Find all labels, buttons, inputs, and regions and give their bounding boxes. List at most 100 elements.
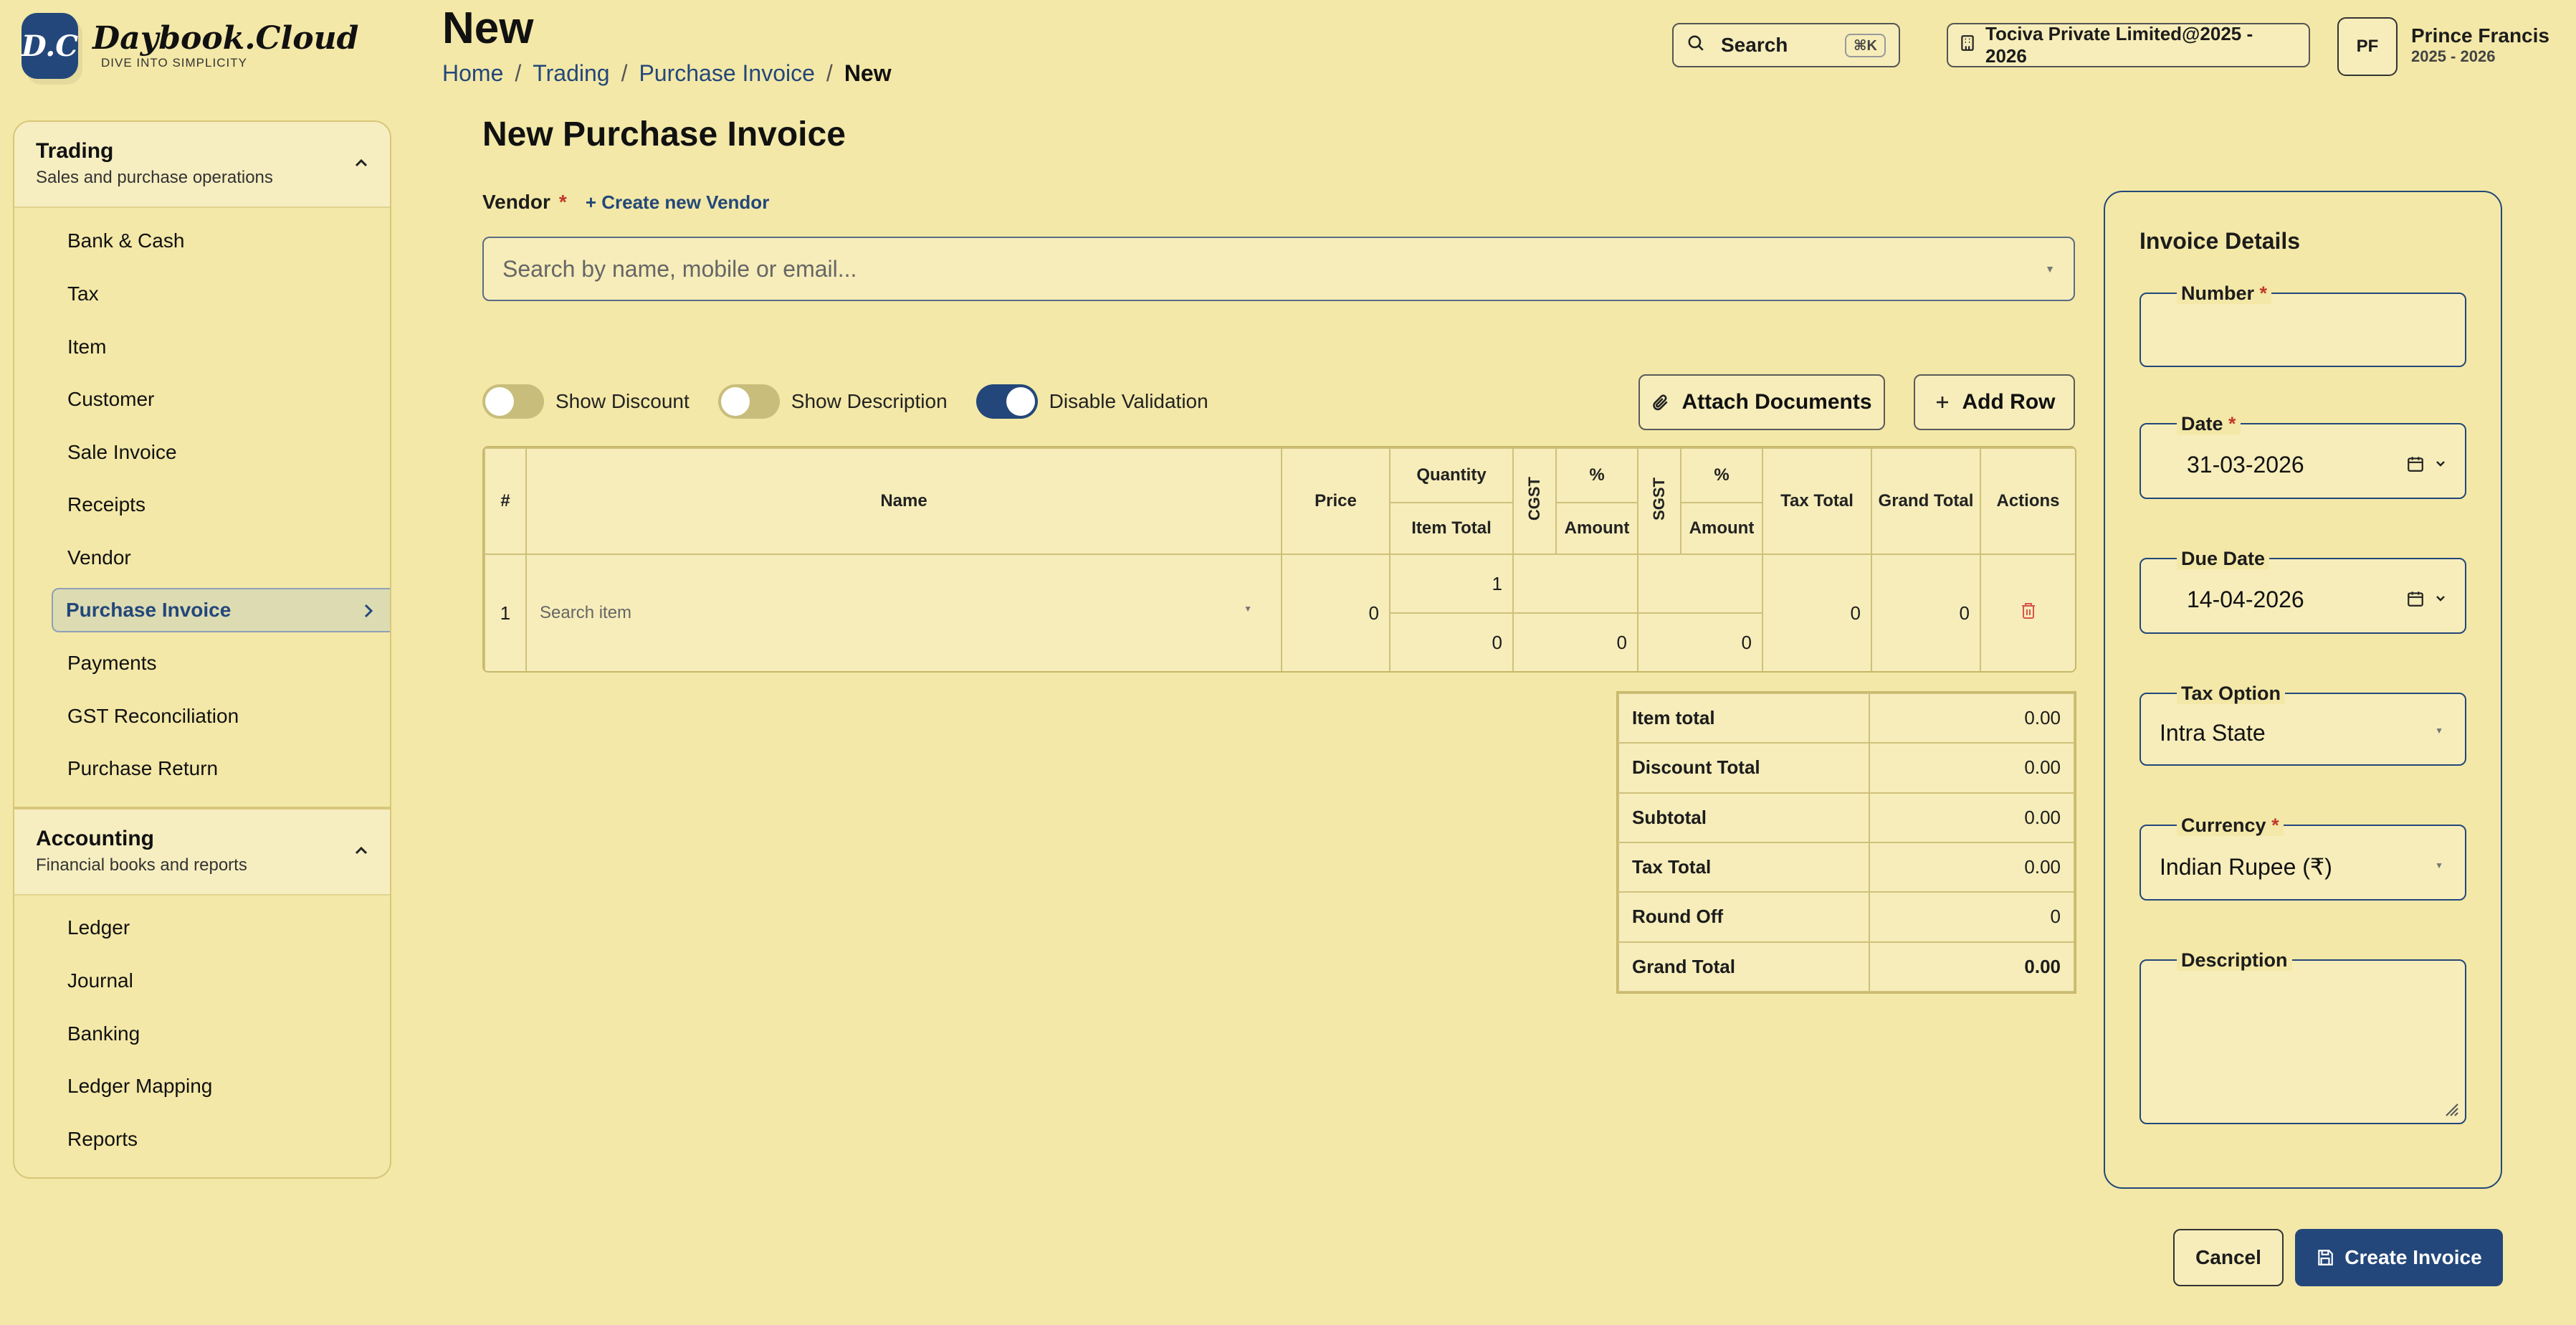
create-invoice-button[interactable]: Create Invoice <box>2295 1229 2503 1286</box>
sidebar-item-journal[interactable]: Journal <box>67 969 133 992</box>
show-description-toggle[interactable]: Show Description <box>717 384 948 419</box>
cancel-button[interactable]: Cancel <box>2173 1229 2284 1286</box>
currency-select[interactable]: Currency * Indian Rupee (₹) ▼ <box>2139 815 2466 901</box>
show-discount-toggle[interactable]: Show Discount <box>482 384 690 419</box>
toggle-switch[interactable] <box>482 384 544 419</box>
totals-row-round-off: Round Off 0 <box>1618 891 2075 943</box>
sidebar-group-trading[interactable]: Trading Sales and purchase operations <box>14 122 390 208</box>
search-label: Search <box>1721 34 1788 56</box>
global-search-button[interactable]: Search ⌘K <box>1672 23 1900 67</box>
vendor-label: Vendor <box>482 191 550 213</box>
sidebar-item-ledger-mapping[interactable]: Ledger Mapping <box>67 1075 212 1098</box>
sidebar-item-purchase-return[interactable]: Purchase Return <box>67 757 218 780</box>
sidebar-item-receipts[interactable]: Receipts <box>67 493 146 516</box>
description-textarea[interactable]: Description <box>2139 949 2466 1124</box>
field-label: Number <box>2181 282 2255 304</box>
breadcrumb-trading[interactable]: Trading <box>533 60 609 87</box>
breadcrumb-separator: / <box>621 60 628 86</box>
disable-validation-toggle[interactable]: Disable Validation <box>975 384 1208 419</box>
building-icon <box>1960 34 1975 57</box>
sidebar-item-payments[interactable]: Payments <box>67 652 157 675</box>
create-vendor-link[interactable]: + Create new Vendor <box>586 191 769 214</box>
required-mark: * <box>2271 815 2279 836</box>
sidebar-item-tax[interactable]: Tax <box>67 282 99 305</box>
vendor-placeholder: Search by name, mobile or email... <box>502 255 857 282</box>
sidebar-item-customer[interactable]: Customer <box>67 388 154 411</box>
vendor-label-row: Vendor * + Create new Vendor <box>482 191 769 214</box>
cgst-percent-input[interactable] <box>1512 554 1638 614</box>
required-mark: * <box>2259 282 2268 304</box>
chevron-down-icon[interactable] <box>2435 594 2446 604</box>
calendar-icon[interactable] <box>2406 589 2425 608</box>
column-header-quantity: Quantity <box>1389 447 1514 503</box>
delete-row-button[interactable] <box>1980 554 2075 671</box>
breadcrumb-home[interactable]: Home <box>442 60 503 87</box>
tax-total-cell: 0 <box>1762 554 1872 671</box>
column-header-sgst-amount: Amount <box>1680 502 1763 555</box>
toggle-switch[interactable] <box>717 384 780 419</box>
column-header-cgst: CGST <box>1512 447 1557 555</box>
breadcrumb-separator: / <box>515 60 522 86</box>
vendor-search-input[interactable]: Search by name, mobile or email... ▼ <box>482 237 2075 301</box>
save-icon <box>2318 1250 2334 1265</box>
column-header-sgst-percent: % <box>1680 447 1763 503</box>
sidebar-item-vendor[interactable]: Vendor <box>67 546 131 569</box>
due-date-field[interactable]: Due Date 14-04-2026 <box>2139 548 2466 634</box>
tax-option-value: Intra State <box>2160 720 2266 746</box>
chevron-up-icon <box>355 846 368 855</box>
sidebar-item-item[interactable]: Item <box>67 336 106 358</box>
date-field[interactable]: Date * 31-03-2026 <box>2139 413 2466 499</box>
tax-option-select[interactable]: Tax Option Intra State ▼ <box>2139 683 2466 766</box>
sidebar-item-ledger[interactable]: Ledger <box>67 916 130 939</box>
quantity-input[interactable]: 1 <box>1389 554 1514 614</box>
item-search-input[interactable]: Search item ▼ <box>525 554 1282 671</box>
page-title: New <box>442 4 534 53</box>
add-row-button[interactable]: Add Row <box>1914 374 2075 430</box>
column-header-tax-total: Tax Total <box>1762 447 1872 555</box>
sidebar-item-banking[interactable]: Banking <box>67 1022 140 1045</box>
column-header-item-total: Item Total <box>1389 502 1514 555</box>
column-header-cgst-percent: % <box>1555 447 1638 503</box>
totals-row-discount-total: Discount Total 0.00 <box>1618 742 2075 794</box>
sidebar-group-subtitle: Financial books and reports <box>36 855 247 875</box>
breadcrumb-purchase-invoice[interactable]: Purchase Invoice <box>639 60 814 87</box>
totals-row-subtotal: Subtotal 0.00 <box>1618 792 2075 843</box>
paperclip-icon <box>1653 394 1669 411</box>
trash-icon <box>2021 602 2035 619</box>
company-selector[interactable]: Tociva Private Limited@2025 - 2026 <box>1947 23 2310 67</box>
sidebar-item-sale-invoice[interactable]: Sale Invoice <box>67 441 177 464</box>
add-row-label: Add Row <box>1962 390 2056 414</box>
number-field[interactable]: Number * <box>2139 282 2466 367</box>
toggle-row: Show Discount Show Description Disable V… <box>482 384 1237 419</box>
user-avatar[interactable]: PF <box>2337 17 2398 76</box>
app-logo[interactable]: D.C Daybook.Cloud DIVE INTO SIMPLICITY <box>22 10 358 82</box>
attach-documents-button[interactable]: Attach Documents <box>1638 374 1885 430</box>
sidebar-group-title: Trading <box>36 139 114 163</box>
chevron-up-icon <box>355 158 368 167</box>
invoice-details-panel: Invoice Details Number * Date * 31-03-20… <box>2104 191 2502 1189</box>
resize-handle-icon[interactable] <box>2443 1101 2459 1117</box>
sidebar-item-reports[interactable]: Reports <box>67 1128 138 1151</box>
date-value: 31-03-2026 <box>2187 452 2304 478</box>
logo-name: Daybook.Cloud <box>92 20 359 57</box>
sidebar: Trading Sales and purchase operations Ba… <box>13 120 391 1179</box>
column-header-price: Price <box>1281 447 1390 555</box>
column-header-cgst-amount: Amount <box>1555 502 1638 555</box>
toggle-label: Show Description <box>791 390 948 412</box>
sgst-percent-input[interactable] <box>1637 554 1763 614</box>
sidebar-item-purchase-invoice[interactable]: Purchase Invoice <box>52 588 390 632</box>
chevron-down-icon[interactable] <box>2435 459 2446 469</box>
calendar-icon[interactable] <box>2406 455 2425 473</box>
column-header-index: # <box>484 447 527 555</box>
sidebar-group-accounting[interactable]: Accounting Financial books and reports <box>14 809 390 896</box>
column-header-grand-total: Grand Total <box>1871 447 1981 555</box>
sgst-amount-cell: 0 <box>1637 612 1763 671</box>
sidebar-item-bank-cash[interactable]: Bank & Cash <box>67 229 184 252</box>
logo-tagline: DIVE INTO SIMPLICITY <box>101 56 247 70</box>
plus-icon <box>1936 396 1948 408</box>
breadcrumb: Home / Trading / Purchase Invoice / New <box>442 60 892 87</box>
toggle-switch[interactable] <box>975 384 1038 419</box>
price-input[interactable]: 0 <box>1281 554 1390 671</box>
required-mark: * <box>558 191 567 213</box>
sidebar-item-gst-reconciliation[interactable]: GST Reconciliation <box>67 705 239 728</box>
